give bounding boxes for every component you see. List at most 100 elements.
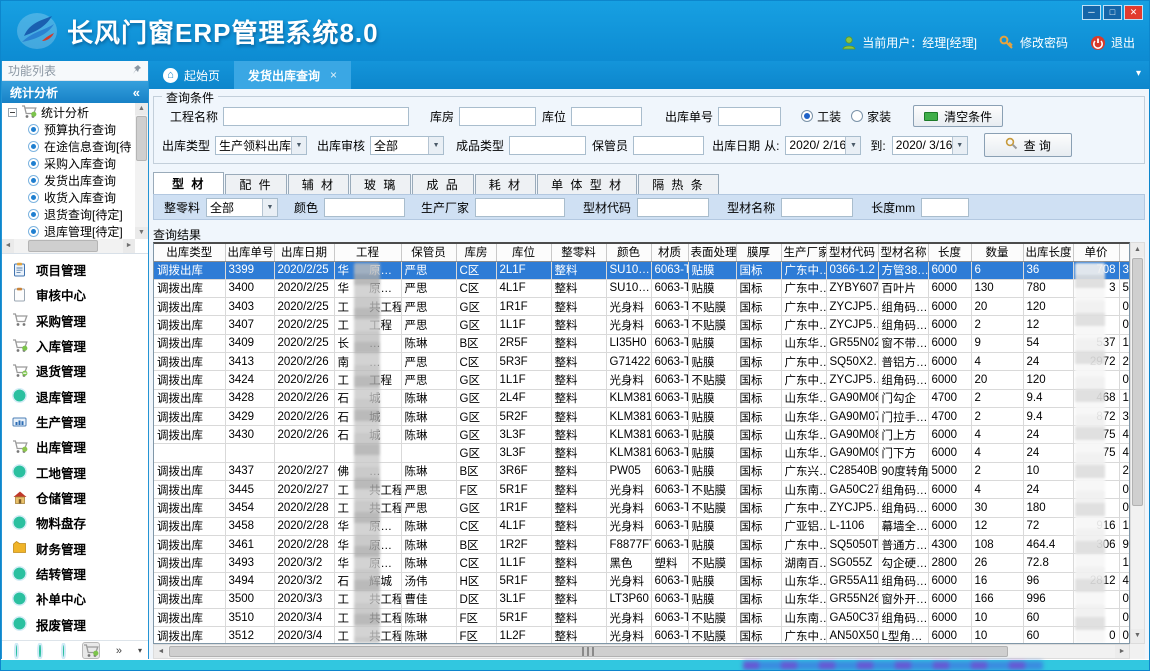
sidebar-item-退货管理[interactable]: 退货管理	[2, 358, 148, 383]
col-header-whole[interactable]: 整零料	[551, 244, 606, 261]
col-header-name[interactable]: 型材名称	[878, 244, 928, 261]
location-input[interactable]	[571, 107, 642, 126]
table-row[interactable]: 调拨出库35102020/3/4工共工程陈琳F区5R1F整料光身料6063-T5…	[154, 609, 1130, 627]
col-header-len[interactable]: 长度	[928, 244, 971, 261]
more-caret-icon[interactable]: ▾	[138, 646, 142, 655]
pin-icon[interactable]	[132, 64, 142, 78]
table-horizontal-scrollbar[interactable]: ◄ ►	[153, 644, 1130, 659]
sidebar-item-结转管理[interactable]: 结转管理	[2, 561, 148, 586]
table-row[interactable]: 调拨出库35122020/3/4工共工程陈琳F区1L2F整料光身料6063-T5…	[154, 627, 1130, 644]
cart-module-button[interactable]	[82, 642, 100, 659]
table-row[interactable]: G区3L3F整料KLM38176063-T5贴膜国标山东华…GA90M09.门下…	[154, 444, 1130, 462]
tab-shipment-query[interactable]: 发货出库查询 ×	[234, 61, 351, 89]
tree-hscroll-thumb[interactable]	[28, 240, 98, 252]
col-header-color[interactable]: 颜色	[606, 244, 651, 261]
more-modules-button[interactable]: »	[116, 645, 122, 657]
col-header-date[interactable]: 出库日期	[274, 244, 334, 261]
col-header-no[interactable]: 出库单号	[225, 244, 274, 261]
date-from-picker[interactable]: 2020/ 2/16▼	[785, 136, 861, 155]
audit-select[interactable]: 全部▼	[370, 136, 444, 155]
tree-root[interactable]: 统计分析	[2, 103, 135, 121]
table-row[interactable]: 调拨出库34452020/2/27工共工程严思F区5R1F整料光身料6063-T…	[154, 481, 1130, 499]
code-input[interactable]	[637, 198, 709, 217]
length-input[interactable]	[921, 198, 969, 217]
col-header-amount[interactable]: 金	[1119, 244, 1130, 261]
material-tab-耗材[interactable]: 耗 材	[475, 174, 536, 194]
clear-conditions-button[interactable]: 清空条件	[913, 105, 1003, 127]
close-button[interactable]: ✕	[1124, 5, 1143, 20]
radio-gongzhuang[interactable]	[801, 110, 813, 122]
sidebar-item-报废管理[interactable]: 报废管理	[2, 612, 148, 637]
radio-jiazhuang[interactable]	[851, 110, 863, 122]
table-row[interactable]: 调拨出库35002020/3/3工共工程曹佳D区3L1F整料LT3P606063…	[154, 590, 1130, 608]
color-input[interactable]	[324, 198, 405, 217]
col-header-material[interactable]: 材质	[651, 244, 688, 261]
table-row[interactable]: 调拨出库33992020/2/25华原…严思C区2L1F整料SU10…6063-…	[154, 261, 1130, 279]
tree-item-收货入库查询[interactable]: 收货入库查询	[2, 189, 135, 206]
sidebar-item-项目管理[interactable]: 项目管理	[2, 257, 148, 282]
minimize-button[interactable]: ─	[1082, 5, 1101, 20]
product-type-input[interactable]	[509, 136, 586, 155]
col-header-keeper[interactable]: 保管员	[401, 244, 456, 261]
col-header-maker[interactable]: 生产厂家	[781, 244, 826, 261]
table-row[interactable]: 调拨出库34242020/2/26工工程严思G区1L1F整料光身料6063-T5…	[154, 371, 1130, 389]
name-input[interactable]	[781, 198, 853, 217]
tree-item-发货出库查询[interactable]: 发货出库查询	[2, 172, 135, 189]
table-row[interactable]: 调拨出库34542020/2/28工共工程严思G区1R1F整料光身料6063-T…	[154, 499, 1130, 517]
module-dot-icon[interactable]	[16, 645, 17, 657]
table-row[interactable]: 调拨出库34032020/2/25工共工程严思G区1R1F整料光身料6063-T…	[154, 298, 1130, 316]
col-header-loc[interactable]: 库位	[496, 244, 551, 261]
scroll-right-icon[interactable]: ►	[1115, 645, 1129, 658]
sidebar-item-补单中心[interactable]: 补单中心	[2, 586, 148, 611]
table-row[interactable]: 调拨出库34932020/3/2华原…陈琳C区1L1F整料黑色塑料不贴膜国标湖南…	[154, 554, 1130, 572]
tree-item-在途信息查询[待[interactable]: 在途信息查询[待	[2, 138, 135, 155]
sidebar-item-退库管理[interactable]: 退库管理	[2, 384, 148, 409]
tree-expand-icon[interactable]	[8, 108, 17, 117]
table-row[interactable]: 调拨出库34002020/2/25华原…严思C区4L1F整料SU10…6063-…	[154, 279, 1130, 297]
maker-input[interactable]	[475, 198, 565, 217]
collapse-icon[interactable]: «	[133, 85, 140, 100]
change-password[interactable]: 修改密码	[999, 34, 1068, 51]
col-header-film[interactable]: 膜厚	[736, 244, 781, 261]
order-no-input[interactable]	[718, 107, 781, 126]
search-button[interactable]: 查 询	[984, 133, 1072, 157]
sidebar-section-header[interactable]: 统计分析 «	[2, 81, 148, 103]
scroll-right-icon[interactable]: ►	[123, 239, 135, 253]
table-row[interactable]: 调拨出库34132020/2/26南…严思C区5R3F整料G714226063-…	[154, 352, 1130, 370]
whole-part-select[interactable]: 全部▼	[206, 198, 278, 217]
material-tab-成品[interactable]: 成 品	[412, 174, 473, 194]
col-header-proj[interactable]: 工程	[334, 244, 401, 261]
scroll-left-icon[interactable]: ◄	[154, 645, 168, 658]
table-row[interactable]: 调拨出库34292020/2/26石城陈琳G区5R2F整料KLM38176063…	[154, 407, 1130, 425]
keeper-input[interactable]	[633, 136, 704, 155]
material-tab-配件[interactable]: 配 件	[225, 174, 286, 194]
sidebar-item-采购管理[interactable]: 采购管理	[2, 308, 148, 333]
col-header-surface[interactable]: 表面处理	[688, 244, 736, 261]
table-row[interactable]: 调拨出库34072020/2/25工工程严思G区1L1F整料光身料6063-T5…	[154, 316, 1130, 334]
table-vertical-scrollbar[interactable]: ▲ ▼	[1130, 242, 1145, 644]
hscroll-thumb[interactable]	[169, 646, 1008, 657]
col-header-type[interactable]: 出库类型	[154, 244, 225, 261]
project-name-input[interactable]	[223, 107, 409, 126]
table-row[interactable]: 调拨出库34942020/3/2石辉城汤伟H区5R1F整料光身料6063-T5贴…	[154, 572, 1130, 590]
sidebar-item-仓储管理[interactable]: 仓储管理	[2, 485, 148, 510]
tree-item-采购入库查询[interactable]: 采购入库查询	[2, 155, 135, 172]
material-tab-型材[interactable]: 型 材	[153, 172, 224, 194]
vscroll-thumb[interactable]	[1132, 258, 1143, 506]
sidebar-item-入库管理[interactable]: 入库管理	[2, 333, 148, 358]
module-dot-icon[interactable]	[39, 645, 40, 657]
maximize-button[interactable]: □	[1103, 5, 1122, 20]
scroll-down-icon[interactable]: ▼	[1131, 629, 1144, 643]
sidebar-item-审核中心[interactable]: 审核中心	[2, 282, 148, 307]
logout[interactable]: 退出	[1090, 34, 1135, 51]
sidebar-item-物料盘存[interactable]: 物料盘存	[2, 510, 148, 535]
tree-horizontal-scrollbar[interactable]: ◄ ►	[2, 239, 135, 253]
tree-vertical-scrollbar[interactable]: ▲ ▼	[135, 103, 148, 239]
out-type-select[interactable]: 生产领料出库▼	[215, 136, 307, 155]
material-tab-辅材[interactable]: 辅 材	[288, 174, 349, 194]
table-row[interactable]: 调拨出库34302020/2/26石城陈琳G区3L3F整料KLM38176063…	[154, 426, 1130, 444]
tab-home[interactable]: ⌂ 起始页	[149, 61, 234, 89]
date-to-picker[interactable]: 2020/ 3/16▼	[892, 136, 968, 155]
table-row[interactable]: 调拨出库34282020/2/26石城陈琳G区2L4F整料KLM38176063…	[154, 389, 1130, 407]
tree-item-预算执行查询[interactable]: 预算执行查询	[2, 121, 135, 138]
